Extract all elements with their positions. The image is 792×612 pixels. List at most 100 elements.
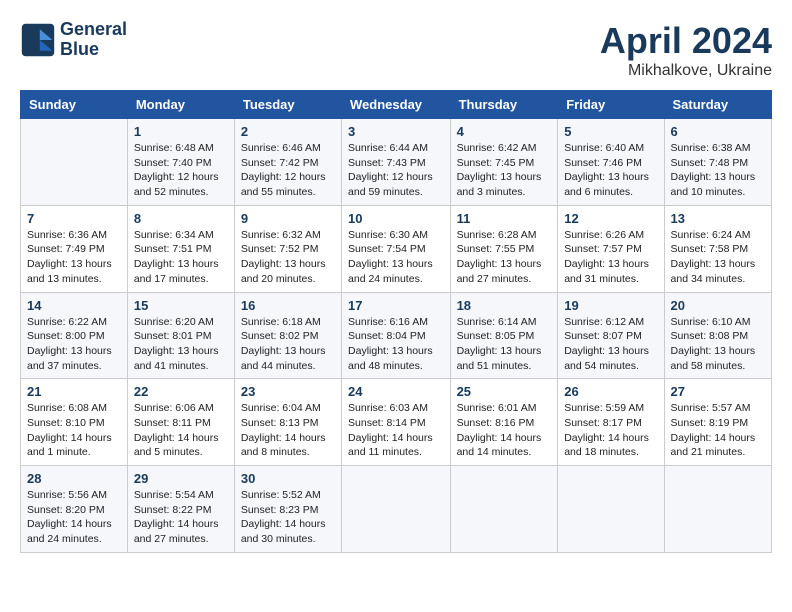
calendar-cell: 19 Sunrise: 6:12 AM Sunset: 8:07 PM Dayli… (558, 292, 664, 379)
day-content: Sunrise: 6:08 AM Sunset: 8:10 PM Dayligh… (27, 401, 121, 460)
day-content: Sunrise: 5:59 AM Sunset: 8:17 PM Dayligh… (564, 401, 657, 460)
day-number: 3 (348, 124, 444, 139)
logo-icon (20, 22, 56, 58)
day-number: 12 (564, 211, 657, 226)
day-content: Sunrise: 6:18 AM Sunset: 8:02 PM Dayligh… (241, 315, 335, 374)
day-content: Sunrise: 5:56 AM Sunset: 8:20 PM Dayligh… (27, 488, 121, 547)
calendar-cell: 4 Sunrise: 6:42 AM Sunset: 7:45 PM Daylig… (450, 119, 558, 206)
calendar-cell: 6 Sunrise: 6:38 AM Sunset: 7:48 PM Daylig… (664, 119, 771, 206)
day-content: Sunrise: 6:34 AM Sunset: 7:51 PM Dayligh… (134, 228, 228, 287)
calendar-cell: 21 Sunrise: 6:08 AM Sunset: 8:10 PM Dayli… (21, 379, 128, 466)
day-number: 4 (457, 124, 552, 139)
calendar-cell: 8 Sunrise: 6:34 AM Sunset: 7:51 PM Daylig… (127, 205, 234, 292)
calendar-cell: 30 Sunrise: 5:52 AM Sunset: 8:23 PM Dayli… (234, 466, 341, 553)
calendar-week-1: 1 Sunrise: 6:48 AM Sunset: 7:40 PM Daylig… (21, 119, 772, 206)
day-content: Sunrise: 6:22 AM Sunset: 8:00 PM Dayligh… (27, 315, 121, 374)
calendar-week-2: 7Sunrise: 6:36 AM Sunset: 7:49 PM Daylig… (21, 205, 772, 292)
day-number: 1 (134, 124, 228, 139)
header-cell-wednesday: Wednesday (342, 91, 451, 119)
day-content: Sunrise: 6:04 AM Sunset: 8:13 PM Dayligh… (241, 401, 335, 460)
logo: General Blue (20, 20, 127, 60)
calendar-cell: 26 Sunrise: 5:59 AM Sunset: 8:17 PM Dayli… (558, 379, 664, 466)
calendar-cell: 14 Sunrise: 6:22 AM Sunset: 8:00 PM Dayli… (21, 292, 128, 379)
calendar-cell: 2 Sunrise: 6:46 AM Sunset: 7:42 PM Daylig… (234, 119, 341, 206)
day-number: 7 (27, 211, 121, 226)
day-number: 30 (241, 471, 335, 486)
day-number: 6 (671, 124, 765, 139)
calendar-cell: 20 Sunrise: 6:10 AM Sunset: 8:08 PM Dayli… (664, 292, 771, 379)
day-number: 13 (671, 211, 765, 226)
calendar-cell: 13 Sunrise: 6:24 AM Sunset: 7:58 PM Dayli… (664, 205, 771, 292)
day-content: Sunrise: 6:38 AM Sunset: 7:48 PM Dayligh… (671, 141, 765, 200)
day-content: Sunrise: 6:24 AM Sunset: 7:58 PM Dayligh… (671, 228, 765, 287)
header-cell-tuesday: Tuesday (234, 91, 341, 119)
calendar-week-3: 14 Sunrise: 6:22 AM Sunset: 8:00 PM Dayli… (21, 292, 772, 379)
header-cell-friday: Friday (558, 91, 664, 119)
day-number: 29 (134, 471, 228, 486)
title-block: April 2024 Mikhalkove, Ukraine (600, 20, 772, 80)
day-content: Sunrise: 6:42 AM Sunset: 7:45 PM Dayligh… (457, 141, 552, 200)
calendar-cell: 10Sunrise: 6:30 AM Sunset: 7:54 PM Dayli… (342, 205, 451, 292)
calendar-cell: 11 Sunrise: 6:28 AM Sunset: 7:55 PM Dayli… (450, 205, 558, 292)
day-number: 20 (671, 298, 765, 313)
calendar-cell: 1 Sunrise: 6:48 AM Sunset: 7:40 PM Daylig… (127, 119, 234, 206)
calendar-cell (558, 466, 664, 553)
calendar-cell: 16Sunrise: 6:18 AM Sunset: 8:02 PM Dayli… (234, 292, 341, 379)
calendar-cell: 28 Sunrise: 5:56 AM Sunset: 8:20 PM Dayli… (21, 466, 128, 553)
header-cell-sunday: Sunday (21, 91, 128, 119)
logo-text: General Blue (60, 20, 127, 60)
day-number: 17 (348, 298, 444, 313)
day-number: 23 (241, 384, 335, 399)
calendar-cell (450, 466, 558, 553)
calendar-table: SundayMondayTuesdayWednesdayThursdayFrid… (20, 90, 772, 553)
day-content: Sunrise: 6:20 AM Sunset: 8:01 PM Dayligh… (134, 315, 228, 374)
calendar-cell: 29 Sunrise: 5:54 AM Sunset: 8:22 PM Dayli… (127, 466, 234, 553)
day-content: Sunrise: 6:14 AM Sunset: 8:05 PM Dayligh… (457, 315, 552, 374)
day-number: 5 (564, 124, 657, 139)
day-content: Sunrise: 5:52 AM Sunset: 8:23 PM Dayligh… (241, 488, 335, 547)
day-number: 19 (564, 298, 657, 313)
calendar-cell (342, 466, 451, 553)
day-content: Sunrise: 5:57 AM Sunset: 8:19 PM Dayligh… (671, 401, 765, 460)
header-cell-monday: Monday (127, 91, 234, 119)
day-content: Sunrise: 6:40 AM Sunset: 7:46 PM Dayligh… (564, 141, 657, 200)
header-row: SundayMondayTuesdayWednesdayThursdayFrid… (21, 91, 772, 119)
day-number: 28 (27, 471, 121, 486)
day-content: Sunrise: 6:44 AM Sunset: 7:43 PM Dayligh… (348, 141, 444, 200)
day-number: 11 (457, 211, 552, 226)
calendar-cell: 22Sunrise: 6:06 AM Sunset: 8:11 PM Dayli… (127, 379, 234, 466)
day-number: 9 (241, 211, 335, 226)
calendar-cell: 3 Sunrise: 6:44 AM Sunset: 7:43 PM Daylig… (342, 119, 451, 206)
day-content: Sunrise: 6:28 AM Sunset: 7:55 PM Dayligh… (457, 228, 552, 287)
calendar-cell: 9 Sunrise: 6:32 AM Sunset: 7:52 PM Daylig… (234, 205, 341, 292)
calendar-cell: 23 Sunrise: 6:04 AM Sunset: 8:13 PM Dayli… (234, 379, 341, 466)
day-content: Sunrise: 6:10 AM Sunset: 8:08 PM Dayligh… (671, 315, 765, 374)
calendar-cell: 18Sunrise: 6:14 AM Sunset: 8:05 PM Dayli… (450, 292, 558, 379)
day-content: Sunrise: 6:46 AM Sunset: 7:42 PM Dayligh… (241, 141, 335, 200)
day-content: Sunrise: 6:30 AM Sunset: 7:54 PM Dayligh… (348, 228, 444, 287)
day-content: Sunrise: 6:06 AM Sunset: 8:11 PM Dayligh… (134, 401, 228, 460)
day-content: Sunrise: 6:32 AM Sunset: 7:52 PM Dayligh… (241, 228, 335, 287)
day-number: 2 (241, 124, 335, 139)
day-content: Sunrise: 6:12 AM Sunset: 8:07 PM Dayligh… (564, 315, 657, 374)
day-content: Sunrise: 6:48 AM Sunset: 7:40 PM Dayligh… (134, 141, 228, 200)
calendar-cell: 12Sunrise: 6:26 AM Sunset: 7:57 PM Dayli… (558, 205, 664, 292)
day-number: 15 (134, 298, 228, 313)
day-content: Sunrise: 5:54 AM Sunset: 8:22 PM Dayligh… (134, 488, 228, 547)
calendar-header: SundayMondayTuesdayWednesdayThursdayFrid… (21, 91, 772, 119)
day-content: Sunrise: 6:03 AM Sunset: 8:14 PM Dayligh… (348, 401, 444, 460)
day-number: 14 (27, 298, 121, 313)
day-content: Sunrise: 6:01 AM Sunset: 8:16 PM Dayligh… (457, 401, 552, 460)
day-number: 25 (457, 384, 552, 399)
calendar-week-5: 28 Sunrise: 5:56 AM Sunset: 8:20 PM Dayli… (21, 466, 772, 553)
calendar-cell: 15 Sunrise: 6:20 AM Sunset: 8:01 PM Dayli… (127, 292, 234, 379)
header-cell-thursday: Thursday (450, 91, 558, 119)
day-number: 21 (27, 384, 121, 399)
calendar-cell: 5 Sunrise: 6:40 AM Sunset: 7:46 PM Daylig… (558, 119, 664, 206)
day-number: 27 (671, 384, 765, 399)
calendar-cell: 7Sunrise: 6:36 AM Sunset: 7:49 PM Daylig… (21, 205, 128, 292)
day-number: 8 (134, 211, 228, 226)
month-title: April 2024 (600, 20, 772, 62)
day-number: 26 (564, 384, 657, 399)
calendar-week-4: 21 Sunrise: 6:08 AM Sunset: 8:10 PM Dayli… (21, 379, 772, 466)
